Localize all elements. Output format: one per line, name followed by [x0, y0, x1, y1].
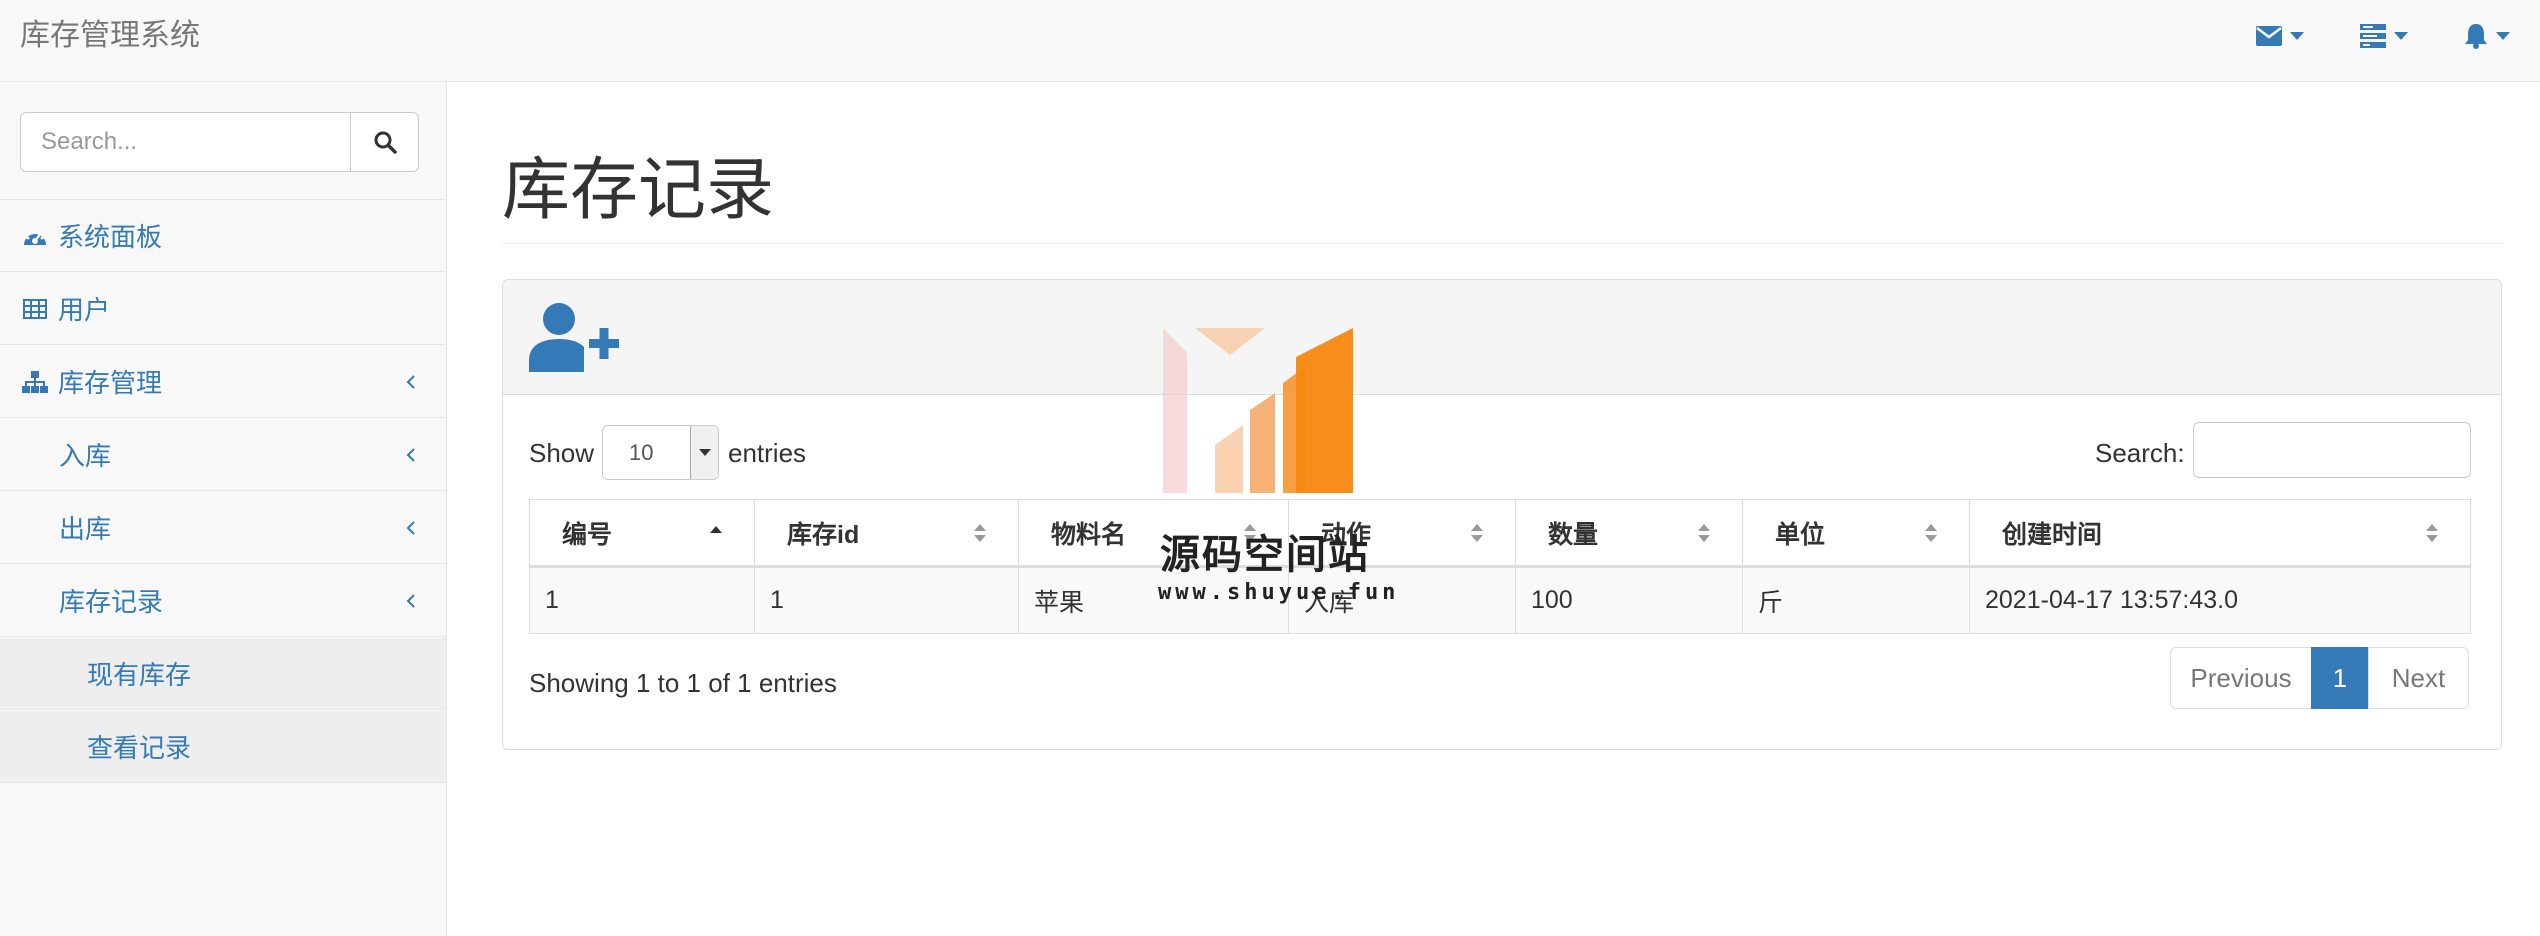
- sidebar-item-label: 出库: [59, 514, 112, 544]
- length-entries-label: entries: [728, 438, 807, 468]
- column-header-unit[interactable]: 单位: [1742, 499, 1970, 568]
- records-panel: Show 10 entries Search: 编号 库存id 物料名 动作 数…: [502, 279, 2502, 750]
- brand[interactable]: 库存管理系统: [20, 16, 200, 56]
- table-cell: 斤: [1742, 566, 1970, 634]
- sidebar-item-inventory-records[interactable]: 库存记录: [0, 565, 446, 637]
- sidebar-item-label: 库存记录: [59, 587, 164, 617]
- caret-down-icon: [2394, 32, 2408, 40]
- envelope-icon: [2256, 26, 2282, 46]
- sort-icon: [1698, 524, 1710, 542]
- sidebar-item-users[interactable]: 用户: [0, 273, 446, 345]
- table-header-row: 编号 库存id 物料名 动作 数量 单位 创建时间: [529, 499, 2471, 568]
- sidebar-item-label: 入库: [59, 441, 112, 471]
- top-navbar: 库存管理系统: [0, 0, 2540, 82]
- chevron-left-icon: [406, 448, 415, 462]
- tasks-icon: [2360, 24, 2386, 48]
- sort-asc-icon: [710, 526, 722, 533]
- sidebar-item-dashboard[interactable]: 系统面板: [0, 200, 446, 272]
- sidebar-item-current-stock[interactable]: 现有库存: [0, 638, 446, 710]
- next-page-button[interactable]: Next: [2368, 647, 2469, 709]
- chevron-left-icon: [406, 375, 415, 389]
- table-cell: 100: [1515, 566, 1743, 634]
- sort-icon: [1471, 524, 1483, 542]
- alerts-dropdown[interactable]: [2464, 18, 2510, 54]
- column-header-stock-id[interactable]: 库存id: [754, 499, 1019, 568]
- table-cell: 1: [754, 566, 1019, 634]
- sidebar-item-label: 现有库存: [87, 660, 192, 690]
- table-search-label: Search:: [2095, 438, 2185, 468]
- watermark-url: www.shuyue.fun: [1158, 580, 1400, 605]
- previous-page-button[interactable]: Previous: [2170, 647, 2312, 709]
- sidebar-item-stock-out[interactable]: 出库: [0, 492, 446, 564]
- sort-icon: [2426, 524, 2438, 542]
- sidebar-item-stock-in[interactable]: 入库: [0, 419, 446, 491]
- sidebar-item-label: 用户: [58, 295, 111, 325]
- chevron-left-icon: [406, 521, 415, 535]
- page-length-select[interactable]: 10: [602, 425, 719, 480]
- page-title: 库存记录: [502, 152, 775, 228]
- sidebar-item-label: 库存管理: [58, 368, 163, 398]
- sidebar-search-input[interactable]: [20, 112, 351, 172]
- tasks-dropdown[interactable]: [2360, 18, 2408, 54]
- column-header-created-time[interactable]: 创建时间: [1969, 499, 2471, 568]
- sidebar-item-view-records[interactable]: 查看记录: [0, 711, 446, 783]
- dashboard-icon: [22, 223, 48, 249]
- column-header-id[interactable]: 编号: [529, 499, 755, 568]
- navbar-right: [2256, 18, 2510, 54]
- chevron-left-icon: [406, 594, 415, 608]
- table-icon: [22, 296, 48, 322]
- table-info: Showing 1 to 1 of 1 entries: [529, 668, 837, 698]
- length-show-label: Show: [529, 438, 595, 468]
- table-search-input[interactable]: [2193, 422, 2471, 478]
- add-user-icon[interactable]: [529, 302, 623, 372]
- sidebar-search-button[interactable]: [351, 112, 419, 172]
- search-icon: [374, 131, 397, 154]
- sidebar-search: [20, 112, 419, 172]
- sitemap-icon: [22, 369, 48, 395]
- caret-down-icon: [2496, 32, 2510, 40]
- title-divider: [502, 243, 2502, 244]
- watermark-title: 源码空间站: [1160, 533, 1370, 577]
- sidebar-item-label: 查看记录: [87, 733, 192, 763]
- panel-heading: [503, 280, 2501, 395]
- pagination: Previous 1 Next: [2170, 647, 2469, 709]
- sort-icon: [1925, 524, 1937, 542]
- column-header-quantity[interactable]: 数量: [1515, 499, 1743, 568]
- table-row: 1 1 苹果 入库 100 斤 2021-04-17 13:57:43.0: [529, 566, 2471, 634]
- messages-dropdown[interactable]: [2256, 18, 2304, 54]
- table-cell: 2021-04-17 13:57:43.0: [1969, 566, 2471, 634]
- page-1-button[interactable]: 1: [2311, 647, 2369, 709]
- sidebar-item-inventory-management[interactable]: 库存管理: [0, 346, 446, 418]
- records-table: 编号 库存id 物料名 动作 数量 单位 创建时间 1 1 苹果 入库 100 …: [529, 499, 2471, 634]
- bell-icon: [2465, 24, 2487, 49]
- sort-icon: [974, 524, 986, 542]
- sidebar: 系统面板 用户 库存管理 入库 出库 库存记录 现有库存 查看记录: [0, 82, 447, 936]
- table-cell: 1: [529, 566, 755, 634]
- chevron-down-icon: [690, 426, 718, 479]
- page-length-value: 10: [629, 440, 654, 465]
- sidebar-item-label: 系统面板: [58, 222, 163, 252]
- caret-down-icon: [2290, 32, 2304, 40]
